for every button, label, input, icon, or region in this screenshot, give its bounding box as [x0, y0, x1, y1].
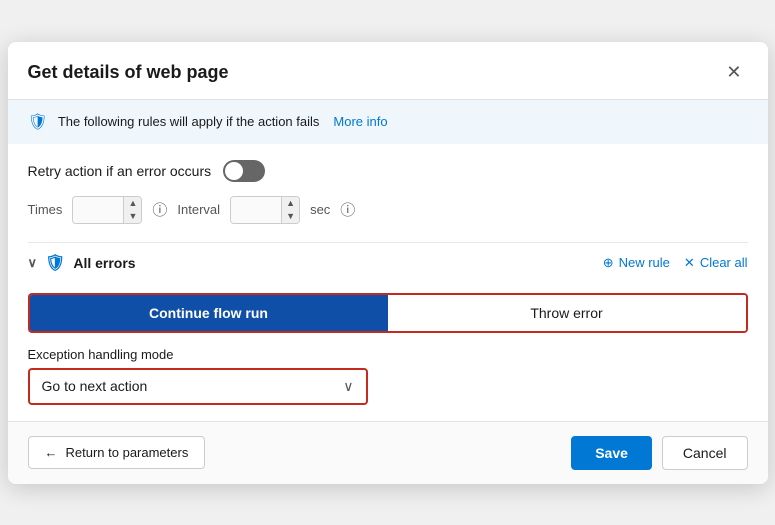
save-button[interactable]: Save [571, 436, 652, 470]
chevron-down-icon[interactable]: ∨ [28, 255, 38, 271]
times-increment[interactable]: ▲ [123, 197, 141, 210]
clear-all-label: Clear all [700, 255, 748, 270]
info-banner: 🛡 The following rules will apply if the … [8, 100, 768, 144]
times-spinner-btns: ▲ ▼ [123, 197, 141, 223]
interval-input[interactable]: 2 [231, 197, 281, 223]
section-left: ∨ 🛡 All errors [28, 253, 136, 273]
cancel-button[interactable]: Cancel [662, 436, 748, 470]
errors-section-title: All errors [73, 255, 135, 271]
shield-filled-icon: 🛡 [45, 253, 65, 273]
dialog: Get details of web page ✕ 🛡 The followin… [8, 42, 768, 484]
exception-dropdown[interactable]: Go to next action ∨ [28, 368, 368, 405]
toggle-slider [223, 160, 265, 182]
times-label: Times [28, 202, 63, 217]
times-info-icon: ⓘ [152, 199, 167, 220]
more-info-link[interactable]: More info [333, 114, 387, 129]
times-spinner[interactable]: 1 ▲ ▼ [72, 196, 142, 224]
dialog-header: Get details of web page ✕ [8, 42, 768, 100]
clear-all-icon: ✕ [684, 255, 695, 271]
throw-error-tab[interactable]: Throw error [388, 295, 746, 331]
continue-flow-tab[interactable]: Continue flow run [28, 293, 390, 333]
exception-dropdown-value: Go to next action [42, 378, 148, 394]
dialog-title: Get details of web page [28, 62, 229, 83]
new-rule-button[interactable]: ⊕ New rule [603, 255, 670, 271]
interval-spinner[interactable]: 2 ▲ ▼ [230, 196, 300, 224]
close-button[interactable]: ✕ [720, 60, 747, 85]
chevron-down-icon: ∨ [343, 378, 353, 395]
errors-section-header: ∨ 🛡 All errors ⊕ New rule ✕ Clear all [28, 242, 748, 283]
exception-label: Exception handling mode [28, 347, 748, 362]
dialog-body: Retry action if an error occurs Times 1 … [8, 144, 768, 421]
times-interval-row: Times 1 ▲ ▼ ⓘ Interval 2 ▲ ▼ sec ⓘ [28, 196, 748, 224]
dialog-footer: ← Return to parameters Save Cancel [8, 421, 768, 484]
retry-label: Retry action if an error occurs [28, 163, 212, 179]
unit-label: sec [310, 202, 330, 217]
interval-info-icon: ⓘ [340, 199, 355, 220]
new-rule-icon: ⊕ [603, 255, 614, 271]
info-banner-text: The following rules will apply if the ac… [58, 114, 320, 129]
shield-icon: 🛡 [28, 112, 48, 132]
times-input[interactable]: 1 [73, 197, 123, 223]
interval-decrement[interactable]: ▼ [281, 210, 299, 223]
return-to-parameters-button[interactable]: ← Return to parameters [28, 436, 206, 469]
clear-all-button[interactable]: ✕ Clear all [684, 255, 748, 271]
return-arrow-icon: ← [45, 445, 58, 460]
section-actions: ⊕ New rule ✕ Clear all [603, 255, 748, 271]
times-decrement[interactable]: ▼ [123, 210, 141, 223]
footer-right: Save Cancel [571, 436, 747, 470]
retry-row: Retry action if an error occurs [28, 160, 748, 182]
new-rule-label: New rule [619, 255, 670, 270]
interval-increment[interactable]: ▲ [281, 197, 299, 210]
interval-spinner-btns: ▲ ▼ [281, 197, 299, 223]
tab-buttons: Continue flow run Throw error [28, 293, 748, 333]
interval-label: Interval [177, 202, 220, 217]
retry-toggle[interactable] [223, 160, 265, 182]
return-label: Return to parameters [66, 445, 189, 460]
